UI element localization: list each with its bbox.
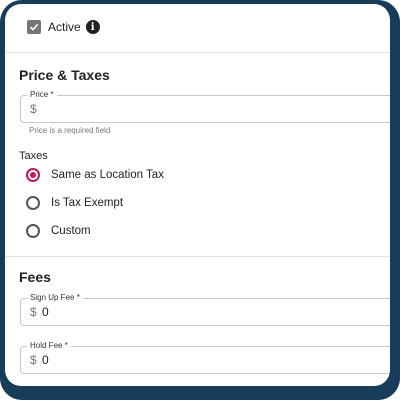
radio-button[interactable] bbox=[26, 224, 40, 238]
radio-same-as-location-tax[interactable]: Same as Location Tax bbox=[26, 168, 164, 182]
sign-up-fee-value[interactable]: 0 bbox=[42, 305, 49, 319]
form-panel: Active i Price & Taxes Price * $ Price i… bbox=[5, 4, 390, 386]
hold-fee-field[interactable]: Hold Fee * $ 0 bbox=[20, 341, 390, 374]
hold-fee-label: Hold Fee * bbox=[27, 341, 71, 351]
divider bbox=[5, 256, 390, 257]
divider bbox=[5, 52, 390, 53]
radio-label: Same as Location Tax bbox=[51, 169, 164, 181]
price-field[interactable]: Price * $ bbox=[20, 90, 390, 123]
device-frame: Active i Price & Taxes Price * $ Price i… bbox=[0, 0, 400, 400]
info-icon[interactable]: i bbox=[85, 20, 100, 34]
hold-fee-value[interactable]: 0 bbox=[42, 353, 49, 367]
fees-heading: Fees bbox=[19, 269, 51, 285]
radio-label: Is Tax Exempt bbox=[51, 197, 124, 209]
active-label: Active bbox=[48, 20, 81, 34]
currency-symbol: $ bbox=[30, 102, 37, 116]
radio-custom[interactable]: Custom bbox=[26, 224, 91, 238]
price-field-label: Price * bbox=[27, 90, 57, 100]
radio-button-selected[interactable] bbox=[26, 168, 40, 182]
sign-up-fee-label: Sign Up Fee * bbox=[27, 293, 83, 303]
checkmark-icon bbox=[29, 23, 39, 31]
price-taxes-heading: Price & Taxes bbox=[19, 67, 110, 83]
radio-button[interactable] bbox=[26, 196, 40, 210]
sign-up-fee-field[interactable]: Sign Up Fee * $ 0 bbox=[20, 293, 390, 326]
active-checkbox[interactable] bbox=[27, 20, 41, 34]
active-row: Active i bbox=[27, 20, 100, 34]
currency-symbol: $ bbox=[30, 353, 37, 367]
price-helper-text: Price is a required field bbox=[29, 126, 111, 135]
radio-is-tax-exempt[interactable]: Is Tax Exempt bbox=[26, 196, 123, 210]
taxes-label: Taxes bbox=[19, 150, 48, 162]
currency-symbol: $ bbox=[30, 305, 37, 319]
radio-label: Custom bbox=[51, 225, 91, 237]
